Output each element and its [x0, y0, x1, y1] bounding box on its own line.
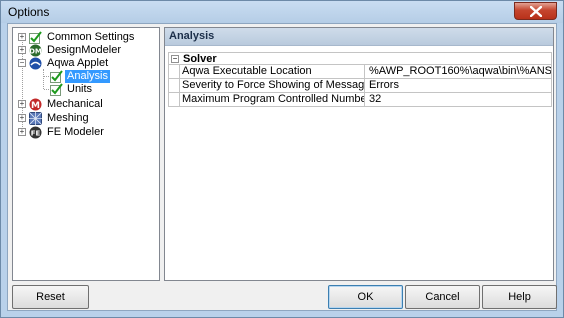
- collapse-minus-icon[interactable]: −: [18, 59, 26, 67]
- property-row[interactable]: Severity to Force Showing of Messages Er…: [168, 79, 552, 93]
- expand-plus-icon[interactable]: +: [18, 114, 26, 122]
- close-icon: [530, 6, 542, 17]
- svg-text:M: M: [31, 101, 40, 111]
- options-window: Options + Common Settings + DM DesignMod…: [0, 0, 564, 318]
- property-value[interactable]: %AWP_ROOT160%\aqwa\bin\%ANSYS...\aqwa.ex…: [367, 65, 551, 78]
- tree-item-label: Meshing: [47, 112, 89, 124]
- property-name: Maximum Program Controlled Number of Cor…: [179, 93, 365, 106]
- group-label: Solver: [183, 53, 217, 65]
- property-value[interactable]: Errors: [367, 79, 551, 92]
- property-value[interactable]: 32: [367, 93, 551, 106]
- tree-item-label: Common Settings: [47, 31, 135, 43]
- expand-plus-icon[interactable]: +: [18, 128, 26, 136]
- panel-header: Analysis: [165, 28, 553, 46]
- title-bar[interactable]: Options: [1, 1, 563, 23]
- expand-plus-icon[interactable]: +: [18, 33, 26, 41]
- tree-item-label: DesignModeler: [47, 44, 121, 56]
- window-title: Options: [8, 5, 50, 19]
- designmodeler-icon: DM: [29, 44, 42, 57]
- aqwa-icon: [29, 57, 42, 70]
- property-name: Severity to Force Showing of Messages: [179, 79, 365, 92]
- svg-text:FE: FE: [31, 130, 41, 138]
- tree-item-label: Units: [67, 83, 93, 95]
- options-tree[interactable]: + Common Settings + DM DesignModeler − A…: [12, 27, 160, 281]
- property-name: Aqwa Executable Location: [179, 65, 365, 78]
- svg-text:DM: DM: [29, 48, 42, 56]
- green-check-icon: [50, 70, 63, 83]
- reset-button[interactable]: Reset: [12, 285, 89, 309]
- dialog-body: + Common Settings + DM DesignModeler − A…: [7, 23, 557, 311]
- tree-item-label: FE Modeler: [47, 126, 104, 138]
- tree-item-label: Mechanical: [47, 98, 103, 110]
- expand-plus-icon[interactable]: +: [18, 46, 26, 54]
- panel-title: Analysis: [169, 30, 215, 42]
- tree-item-label: Aqwa Applet: [47, 57, 109, 69]
- green-check-icon: [50, 83, 63, 96]
- meshing-icon: [28, 111, 43, 126]
- ok-button[interactable]: OK: [328, 285, 403, 309]
- green-check-icon: [29, 31, 42, 44]
- help-button[interactable]: Help: [482, 285, 557, 309]
- collapse-minus-icon[interactable]: −: [171, 55, 179, 63]
- property-row[interactable]: Aqwa Executable Location %AWP_ROOT160%\a…: [168, 65, 552, 79]
- expand-plus-icon[interactable]: +: [18, 100, 26, 108]
- mechanical-icon: M: [29, 98, 42, 111]
- tree-item-label: Analysis: [65, 70, 110, 83]
- fe-modeler-icon: FE: [29, 126, 42, 139]
- cancel-button[interactable]: Cancel: [405, 285, 480, 309]
- property-row[interactable]: Maximum Program Controlled Number of Cor…: [168, 93, 552, 107]
- close-button[interactable]: [514, 2, 557, 20]
- settings-panel: Analysis − Solver Aqwa Executable Locati…: [164, 27, 554, 281]
- property-group-solver[interactable]: − Solver: [168, 52, 552, 65]
